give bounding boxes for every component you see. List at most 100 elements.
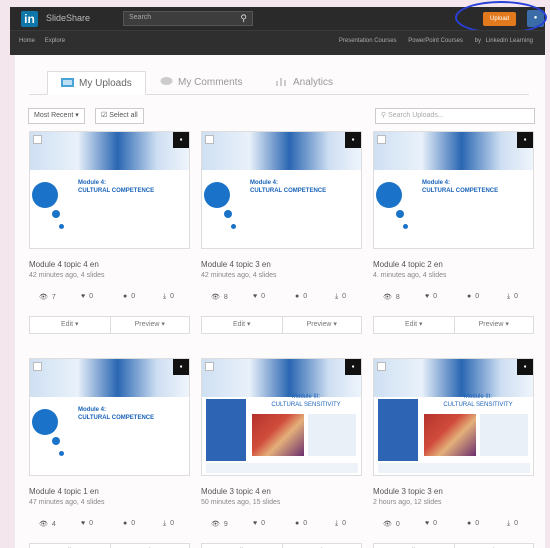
select-all-button[interactable]: ☑ Select all <box>95 108 144 124</box>
nav-explore[interactable]: Explore <box>45 38 65 44</box>
preview-button[interactable]: Preview ▾ <box>109 544 190 548</box>
nav-presentation-courses[interactable]: Presentation Courses <box>339 38 397 44</box>
toolbar: Most Recent ▾ ☑ Select all ⚲ Search Uplo… <box>28 108 535 124</box>
decorative-dot <box>52 210 60 218</box>
tab-analytics[interactable]: Analytics <box>262 71 346 95</box>
upload-title[interactable]: Module 3 topic 3 en <box>373 487 534 496</box>
eye-icon: 👁 <box>39 521 48 528</box>
preview-button[interactable]: Preview ▾ <box>453 544 534 548</box>
nav-linkedin-learning[interactable]: Linkedin Learning <box>486 38 533 44</box>
uploads-icon <box>61 78 74 87</box>
tab-my-comments[interactable]: My Comments <box>147 71 255 95</box>
upload-title[interactable]: Module 3 topic 4 en <box>201 487 362 496</box>
views-stat: 👁 9 <box>211 520 228 528</box>
brand-name[interactable]: SlideShare <box>46 13 90 23</box>
select-checkbox[interactable] <box>377 362 386 371</box>
search-uploads-input[interactable]: ⚲ Search Uploads... <box>375 108 535 124</box>
nav-home[interactable]: Home <box>19 38 35 44</box>
heart-icon: ♥ <box>425 520 430 527</box>
main-content: My Uploads My Comments Analytics Most Re… <box>15 55 545 548</box>
privacy-icon[interactable]: ▪ <box>345 359 361 375</box>
upload-card[interactable]: Module 4: CULTURAL COMPETENCE ▪ Module 4… <box>29 131 190 334</box>
slide-thumbnail[interactable]: Module 4: CULTURAL COMPETENCE ▪ <box>373 131 534 249</box>
decorative-dot <box>376 182 402 208</box>
slide-thumbnail[interactable]: Module 4: CULTURAL COMPETENCE ▪ <box>29 131 190 249</box>
search-placeholder: Search <box>129 14 152 21</box>
select-checkbox[interactable] <box>205 135 214 144</box>
slide-module-title: Module III: CULTURAL SENSITIVITY <box>443 394 513 408</box>
slide-photo <box>252 414 304 456</box>
privacy-icon[interactable]: ▪ <box>517 132 533 148</box>
privacy-icon[interactable]: ▪ <box>345 132 361 148</box>
upload-button[interactable]: Upload <box>483 12 516 26</box>
edit-button[interactable]: Edit ▾ <box>374 317 454 333</box>
tab-bar: My Uploads My Comments Analytics <box>29 71 529 95</box>
upload-title[interactable]: Module 4 topic 2 en <box>373 260 534 269</box>
search-icon[interactable]: ⚲ <box>240 13 247 24</box>
sort-dropdown[interactable]: Most Recent ▾ <box>28 108 85 124</box>
preview-button[interactable]: Preview ▾ <box>281 317 362 333</box>
upload-meta: 42 minutes ago, 4 slides <box>29 272 105 279</box>
eye-icon: 👁 <box>211 521 220 528</box>
preview-button[interactable]: Preview ▾ <box>281 544 362 548</box>
downloads-stat: ⤓ 0 <box>507 293 518 301</box>
search-input[interactable]: Search ⚲ <box>123 11 253 26</box>
select-checkbox[interactable] <box>377 135 386 144</box>
edit-button[interactable]: Edit ▾ <box>30 317 110 333</box>
analytics-icon <box>276 78 286 86</box>
comments-stat: ● 0 <box>467 520 479 527</box>
edit-button[interactable]: Edit ▾ <box>374 544 454 548</box>
edit-button[interactable]: Edit ▾ <box>202 544 282 548</box>
decorative-dot <box>231 224 236 229</box>
likes-count: 0 <box>261 293 266 300</box>
edit-button[interactable]: Edit ▾ <box>202 317 282 333</box>
card-actions: Edit ▾ Preview ▾ <box>373 543 534 548</box>
privacy-icon[interactable]: ▪ <box>173 359 189 375</box>
edit-button[interactable]: Edit ▾ <box>30 544 110 548</box>
decorative-dot <box>403 224 408 229</box>
preview-button[interactable]: Preview ▾ <box>453 317 534 333</box>
upload-card[interactable]: Module III: CULTURAL SENSITIVITY ▪ Modul… <box>373 358 534 548</box>
upload-stats: 👁 8 ♥ 0 ● 0 ⤓ 0 <box>373 293 534 305</box>
download-icon: ⤓ <box>507 520 511 527</box>
preview-button[interactable]: Preview ▾ <box>109 317 190 333</box>
downloads-count: 0 <box>342 293 347 300</box>
upload-card[interactable]: Module 4: CULTURAL COMPETENCE ▪ Module 4… <box>29 358 190 548</box>
select-all-icon: ☑ <box>101 112 110 119</box>
tab-label: Analytics <box>293 77 334 88</box>
privacy-icon[interactable]: ▪ <box>173 132 189 148</box>
upload-stats: 👁 8 ♥ 0 ● 0 ⤓ 0 <box>201 293 362 305</box>
select-checkbox[interactable] <box>33 362 42 371</box>
nav-powerpoint-courses[interactable]: PowerPoint Courses <box>408 38 463 44</box>
upload-card[interactable]: Module III: CULTURAL SENSITIVITY ▪ Modul… <box>201 358 362 548</box>
tab-label: My Uploads <box>79 78 132 89</box>
views-stat: 👁 8 <box>211 293 228 301</box>
upload-title[interactable]: Module 4 topic 4 en <box>29 260 190 269</box>
upload-card[interactable]: Module 4: CULTURAL COMPETENCE ▪ Module 4… <box>201 131 362 334</box>
avatar[interactable]: ● <box>527 10 544 27</box>
likes-stat: ♥ 0 <box>425 520 437 527</box>
linkedin-logo[interactable]: in <box>21 11 38 27</box>
eye-icon: 👁 <box>39 294 48 301</box>
upload-stats: 👁 4 ♥ 0 ● 0 ⤓ 0 <box>29 520 190 532</box>
slide-module-title: Module 4: CULTURAL COMPETENCE <box>250 180 327 194</box>
slide-thumbnail[interactable]: Module 4: CULTURAL COMPETENCE ▪ <box>201 131 362 249</box>
upload-title[interactable]: Module 4 topic 3 en <box>201 260 362 269</box>
views-stat: 👁 4 <box>39 520 56 528</box>
views-count: 4 <box>51 521 56 528</box>
slide-thumbnail[interactable]: Module III: CULTURAL SENSITIVITY ▪ <box>373 358 534 476</box>
upload-card[interactable]: Module 4: CULTURAL COMPETENCE ▪ Module 4… <box>373 131 534 334</box>
upload-title[interactable]: Module 4 topic 1 en <box>29 487 190 496</box>
privacy-icon[interactable]: ▪ <box>517 359 533 375</box>
views-count: 0 <box>395 521 400 528</box>
slide-banner <box>202 132 361 170</box>
slide-thumbnail[interactable]: Module 4: CULTURAL COMPETENCE ▪ <box>29 358 190 476</box>
slide-thumbnail[interactable]: Module III: CULTURAL SENSITIVITY ▪ <box>201 358 362 476</box>
views-stat: 👁 7 <box>39 293 56 301</box>
select-checkbox[interactable] <box>33 135 42 144</box>
slide-banner <box>374 359 533 397</box>
select-checkbox[interactable] <box>205 362 214 371</box>
tab-my-uploads[interactable]: My Uploads <box>47 71 146 95</box>
eye-icon: 👁 <box>383 294 392 301</box>
comments-stat: ● 0 <box>467 293 479 300</box>
